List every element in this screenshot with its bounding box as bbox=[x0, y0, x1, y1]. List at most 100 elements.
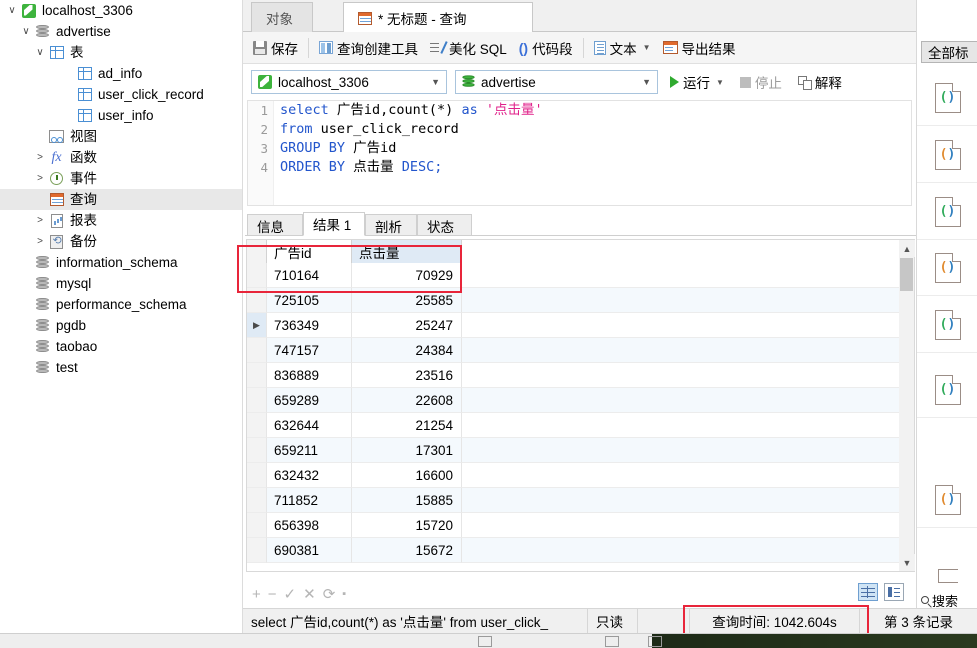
table-row[interactable]: 656398 15720 bbox=[247, 513, 900, 538]
sidebar-item-7[interactable]: > fx 函数 bbox=[0, 147, 242, 168]
cell-ad-id[interactable]: 836889 bbox=[267, 363, 352, 388]
sidebar-item-16[interactable]: >taobao bbox=[0, 336, 242, 357]
scrollbar-thumb[interactable] bbox=[900, 258, 913, 291]
query-toolbar[interactable]: 保存 查询创建工具 美化 SQL () 代码段 文本 ▼ 导出结果 bbox=[243, 32, 916, 64]
delete-record-button[interactable]: − bbox=[268, 586, 277, 603]
sidebar-item-11[interactable]: > 备份 bbox=[0, 231, 242, 252]
row-selector[interactable] bbox=[247, 363, 267, 388]
table-row[interactable]: 836889 23516 bbox=[247, 363, 900, 388]
table-row[interactable]: 690381 15672 bbox=[247, 538, 900, 563]
sidebar-item-2[interactable]: ∨ 表 bbox=[0, 42, 242, 63]
cell-ad-id[interactable]: 659289 bbox=[267, 388, 352, 413]
sql-editor[interactable]: 1234 select 广告id,count(*) as '点击量' from u… bbox=[247, 100, 912, 206]
result-grid[interactable]: 广告id 点击量 710164 70929 725105 25585 ▶ 736349 252… bbox=[246, 239, 901, 572]
refresh-button[interactable]: ⟳ bbox=[323, 585, 336, 603]
export-result-button[interactable]: 导出结果 bbox=[657, 36, 742, 60]
sidebar-item-4[interactable]: >user_click_record bbox=[0, 84, 242, 105]
stop-button[interactable]: 停止 bbox=[736, 70, 786, 94]
cell-click-count[interactable]: 17301 bbox=[352, 438, 462, 463]
explain-button[interactable]: 解释 bbox=[794, 70, 846, 94]
sidebar-item-12[interactable]: >information_schema bbox=[0, 252, 242, 273]
cell-click-count[interactable]: 24384 bbox=[352, 338, 462, 363]
chevron-down-icon[interactable]: ∨ bbox=[18, 24, 34, 40]
scroll-up-icon[interactable]: ▲ bbox=[899, 240, 915, 257]
sidebar-item-14[interactable]: >performance_schema bbox=[0, 294, 242, 315]
cell-click-count[interactable]: 15672 bbox=[352, 538, 462, 563]
right-panel-item-5[interactable]: () bbox=[917, 362, 977, 418]
save-button[interactable]: 保存 bbox=[247, 36, 304, 60]
cell-click-count[interactable]: 16600 bbox=[352, 463, 462, 488]
table-row[interactable]: 659211 17301 bbox=[247, 438, 900, 463]
right-panel-item-3[interactable]: () bbox=[917, 240, 977, 296]
taskbar-icon-2[interactable] bbox=[605, 636, 619, 647]
sidebar-item-15[interactable]: >pgdb bbox=[0, 315, 242, 336]
cell-click-count[interactable]: 23516 bbox=[352, 363, 462, 388]
result-grid-body[interactable]: 710164 70929 725105 25585 ▶ 736349 25247 747157… bbox=[247, 263, 900, 563]
sidebar-item-0[interactable]: ∨ localhost_3306 bbox=[0, 0, 242, 21]
right-panel-item-2[interactable]: () bbox=[917, 184, 977, 240]
cell-ad-id[interactable]: 632644 bbox=[267, 413, 352, 438]
result-grid-scrollbar[interactable]: ▲ ▼ bbox=[899, 239, 915, 572]
cell-click-count[interactable]: 21254 bbox=[352, 413, 462, 438]
cell-ad-id[interactable]: 747157 bbox=[267, 338, 352, 363]
sql-code-area[interactable]: select 广告id,count(*) as '点击量' from user_c… bbox=[280, 101, 911, 177]
row-selector[interactable] bbox=[247, 463, 267, 488]
text-button[interactable]: 文本 ▼ bbox=[588, 36, 657, 60]
cell-ad-id[interactable]: 710164 bbox=[267, 263, 352, 288]
cell-click-count[interactable]: 70929 bbox=[352, 263, 462, 288]
run-button[interactable]: 运行 ▼ bbox=[666, 70, 728, 94]
right-side-panel[interactable]: 全部标 () () () () () () () 搜索 bbox=[916, 0, 977, 609]
all-tags-button[interactable]: 全部标 bbox=[921, 41, 977, 63]
column-header-0[interactable]: 广告id bbox=[267, 240, 352, 263]
cell-click-count[interactable]: 25585 bbox=[352, 288, 462, 313]
window-tab-0[interactable]: 对象 bbox=[251, 2, 313, 32]
table-row[interactable]: 632644 21254 bbox=[247, 413, 900, 438]
right-panel-item-6[interactable]: () bbox=[917, 472, 977, 528]
cell-ad-id[interactable]: 690381 bbox=[267, 538, 352, 563]
window-tab-1[interactable]: * 无标题 - 查询 bbox=[343, 2, 533, 33]
chevron-down-icon[interactable]: ▼ bbox=[642, 77, 651, 87]
os-taskbar[interactable] bbox=[0, 633, 977, 648]
taskbar-icon-3[interactable] bbox=[648, 636, 662, 647]
chevron-right-icon[interactable]: > bbox=[32, 171, 48, 187]
right-panel-item-4[interactable]: () bbox=[917, 297, 977, 353]
cell-ad-id[interactable]: 656398 bbox=[267, 513, 352, 538]
cell-click-count[interactable]: 25247 bbox=[352, 313, 462, 338]
row-selector[interactable] bbox=[247, 288, 267, 313]
table-row[interactable]: 632432 16600 bbox=[247, 463, 900, 488]
cell-click-count[interactable]: 15885 bbox=[352, 488, 462, 513]
current-row-indicator[interactable]: ▶ bbox=[247, 313, 267, 338]
sidebar-item-5[interactable]: >user_info bbox=[0, 105, 242, 126]
cell-ad-id[interactable]: 736349 bbox=[267, 313, 352, 338]
chevron-down-icon[interactable]: ▼ bbox=[643, 43, 651, 52]
grid-view-button[interactable] bbox=[858, 583, 878, 601]
table-row[interactable]: 710164 70929 bbox=[247, 263, 900, 288]
stop-loading-button[interactable]: ▪ bbox=[342, 588, 346, 600]
sidebar-item-13[interactable]: >mysql bbox=[0, 273, 242, 294]
row-selector[interactable] bbox=[247, 438, 267, 463]
snippet-button[interactable]: () 代码段 bbox=[513, 36, 579, 60]
chevron-right-icon[interactable]: > bbox=[32, 234, 48, 250]
table-row[interactable]: 659289 22608 bbox=[247, 388, 900, 413]
cell-ad-id[interactable]: 632432 bbox=[267, 463, 352, 488]
apply-change-button[interactable]: ✓ bbox=[284, 585, 297, 603]
beautify-sql-button[interactable]: 美化 SQL bbox=[424, 36, 513, 60]
row-selector[interactable] bbox=[247, 488, 267, 513]
result-tab-3[interactable]: 状态 bbox=[417, 214, 472, 236]
column-header-1[interactable]: 点击量 bbox=[352, 240, 462, 263]
chevron-down-icon[interactable]: ∨ bbox=[32, 45, 48, 61]
form-view-button[interactable] bbox=[884, 583, 904, 601]
grid-view-switcher[interactable] bbox=[858, 583, 904, 601]
row-selector[interactable] bbox=[247, 513, 267, 538]
cell-ad-id[interactable]: 711852 bbox=[267, 488, 352, 513]
sidebar-item-10[interactable]: > 报表 bbox=[0, 210, 242, 231]
table-row[interactable]: 747157 24384 bbox=[247, 338, 900, 363]
table-row[interactable]: 725105 25585 bbox=[247, 288, 900, 313]
connection-select[interactable]: localhost_3306 ▼ bbox=[251, 70, 447, 94]
chevron-down-icon[interactable]: ∨ bbox=[4, 3, 20, 19]
result-tab-strip[interactable]: 信息 结果 1 剖析 状态 bbox=[245, 212, 916, 236]
cell-click-count[interactable]: 22608 bbox=[352, 388, 462, 413]
row-selector[interactable] bbox=[247, 338, 267, 363]
chevron-down-icon[interactable]: ▼ bbox=[716, 78, 724, 87]
chevron-right-icon[interactable]: > bbox=[32, 213, 48, 229]
